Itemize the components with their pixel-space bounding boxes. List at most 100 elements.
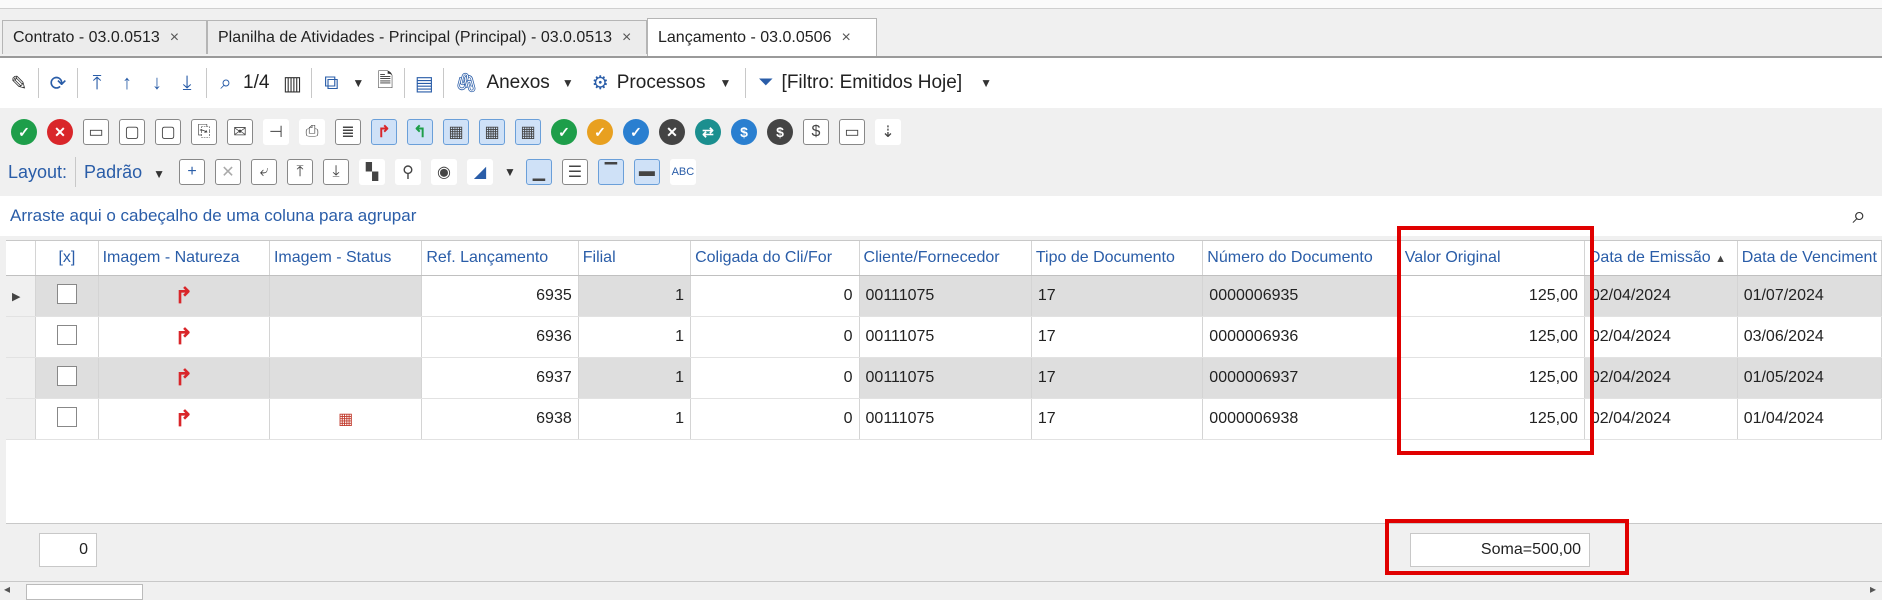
row-select-checkbox[interactable] — [35, 275, 99, 317]
column-header-filial[interactable]: Filial — [578, 241, 692, 276]
checkbox[interactable] — [56, 365, 77, 386]
scrollbar-thumb[interactable] — [26, 584, 143, 600]
card-icon[interactable]: ▭ — [839, 119, 865, 145]
shapes-icon[interactable]: ◉ — [431, 159, 457, 185]
next-record-icon[interactable]: ↓ — [142, 66, 172, 100]
row-select-checkbox[interactable] — [35, 357, 99, 399]
emissao-cell: 02/04/2024 — [1584, 316, 1738, 358]
refresh-icon[interactable]: ⟳ — [43, 66, 73, 100]
row-indicator — [6, 316, 37, 358]
tree-icon[interactable]: ⊣ — [263, 119, 289, 145]
tab-planilha-atividades[interactable]: Planilha de Atividades - Principal (Prin… — [207, 20, 647, 54]
upload-layout-icon[interactable]: ⤒ — [287, 159, 313, 185]
filter-icon: ⏷ — [758, 72, 774, 93]
comment-icon[interactable]: ▢ — [119, 119, 145, 145]
money-blue-icon[interactable]: $ — [731, 119, 757, 145]
search-icon[interactable]: ⌕ — [211, 66, 241, 100]
column-header-coligada[interactable]: Coligada do Cli/For — [690, 241, 860, 276]
save-layout-icon[interactable]: ⤶ — [251, 159, 277, 185]
column-header-natureza[interactable]: Imagem - Natureza — [98, 241, 270, 276]
middle-panel-icon[interactable]: ▬ — [633, 159, 660, 185]
cancel-icon[interactable]: ✕ — [47, 119, 73, 145]
last-record-icon[interactable]: ⤓ — [172, 66, 202, 100]
report-icon[interactable]: ▤ — [409, 66, 439, 100]
exchange-icon[interactable]: ⇄ — [695, 119, 721, 145]
layout-select[interactable]: Padrão ▼ — [84, 162, 165, 183]
download-layout-icon[interactable]: ⤓ — [323, 159, 349, 185]
tab-contrato[interactable]: Contrato - 03.0.0513 × — [2, 20, 207, 54]
chevron-down-icon[interactable]: ▼ — [352, 76, 364, 90]
paint-icon[interactable]: ▚ — [359, 159, 385, 185]
close-icon[interactable]: × — [841, 29, 850, 47]
tab-lancamento[interactable]: Lançamento - 03.0.0506 × — [647, 18, 877, 56]
check-orange-icon[interactable]: ✓ — [587, 119, 613, 145]
download-arrow-icon[interactable]: ⇣ — [875, 119, 901, 145]
table-row[interactable]: ▶ ↱ 6935 1 0 00111075 17 0000006935 125,… — [6, 275, 1882, 317]
message-icon[interactable]: ▢ — [155, 119, 181, 145]
attachments-button[interactable]: 🖇 Anexos ▼ — [454, 71, 573, 95]
table-row[interactable]: ↱ ▦ 6938 1 0 00111075 17 0000006938 125,… — [6, 398, 1882, 440]
status-cell — [269, 316, 423, 358]
column-header-select[interactable]: [x] — [35, 241, 99, 276]
column-header-numero-documento[interactable]: Número do Documento — [1202, 241, 1401, 276]
money-dark-icon[interactable]: $ — [767, 119, 793, 145]
check-blue-icon[interactable]: ✓ — [623, 119, 649, 145]
calendar-red-icon[interactable]: ▦ — [443, 119, 469, 145]
filter-button[interactable]: ⏷ [Filtro: Emitidos Hoje] ▼ — [758, 72, 992, 94]
top-panel-icon[interactable]: ▔ — [597, 159, 624, 185]
table-row[interactable]: ↱ 6937 1 0 00111075 17 0000006937 125,00… — [6, 357, 1882, 399]
scroll-left-icon[interactable]: ◂ — [4, 582, 10, 596]
column-header-status[interactable]: Imagem - Status — [269, 241, 423, 276]
bottom-panel-icon[interactable]: ▁ — [525, 159, 552, 185]
chevron-down-icon: ▼ — [153, 166, 165, 181]
column-header-data-emissao[interactable]: Data de Emissão ▲ — [1584, 241, 1738, 276]
row-indicator-header — [6, 241, 37, 276]
red-arrow-icon[interactable]: ↱ — [371, 119, 397, 145]
spellcheck-icon[interactable]: ABC — [669, 159, 696, 185]
scroll-right-icon[interactable]: ▸ — [1870, 582, 1876, 596]
column-header-data-vencimento[interactable]: Data de Venciment — [1737, 241, 1882, 276]
document-icon[interactable]: 🗎 — [370, 66, 400, 100]
column-header-ref-lancamento[interactable]: Ref. Lançamento — [421, 241, 579, 276]
open-external-icon[interactable]: ⧉ — [316, 66, 346, 100]
close-icon[interactable]: × — [170, 29, 179, 47]
money-document-icon[interactable]: $ — [803, 119, 829, 145]
printer-icon[interactable]: ⎙ — [299, 119, 325, 145]
checkbox[interactable] — [56, 283, 77, 304]
print-preview-icon[interactable]: ▭ — [83, 119, 109, 145]
check-green-icon[interactable]: ✓ — [551, 119, 577, 145]
envelope-icon[interactable]: ✉ — [227, 119, 253, 145]
row-select-checkbox[interactable] — [35, 398, 99, 440]
red-arrow-icon: ↱ — [174, 283, 193, 308]
processes-button[interactable]: ⚙ Processos ▼ — [592, 72, 732, 95]
column-header-cliente-fornecedor[interactable]: Cliente/Fornecedor — [859, 241, 1032, 276]
emissao-cell: 02/04/2024 — [1584, 275, 1738, 317]
first-record-icon[interactable]: ⤒ — [82, 66, 112, 100]
edit-pencil-icon[interactable]: ✎ — [4, 66, 34, 100]
checkbox[interactable] — [56, 406, 77, 427]
table-row[interactable]: ↱ 6936 1 0 00111075 17 0000006936 125,00… — [6, 316, 1882, 358]
split-panel-icon[interactable]: ☰ — [561, 159, 588, 185]
calendar-yellow-icon[interactable]: ▦ — [479, 119, 505, 145]
row-select-checkbox[interactable] — [35, 316, 99, 358]
checkbox[interactable] — [56, 324, 77, 345]
x-dark-icon[interactable]: ✕ — [659, 119, 685, 145]
horizontal-scrollbar[interactable]: ◂ ▸ — [0, 581, 1882, 600]
delete-layout-icon[interactable]: ✕ — [215, 159, 241, 185]
approve-icon[interactable]: ✓ — [11, 119, 37, 145]
report-list-icon[interactable]: ≣ — [335, 119, 361, 145]
gear-icon: ⚙ — [591, 72, 609, 94]
calendar-blue-icon[interactable]: ▦ — [515, 119, 541, 145]
copy-icon[interactable]: ⎘ — [191, 119, 217, 145]
close-icon[interactable]: × — [622, 29, 631, 47]
chevron-down-icon[interactable]: ▼ — [504, 165, 516, 179]
green-arrow-icon[interactable]: ↰ — [407, 119, 433, 145]
search-icon[interactable]: ⌕ — [1853, 202, 1866, 230]
chart-icon[interactable]: ◢ — [467, 159, 493, 185]
group-by-bar[interactable]: Arraste aqui o cabeçalho de uma coluna p… — [0, 196, 1882, 236]
add-layout-icon[interactable]: + — [179, 159, 205, 185]
previous-record-icon[interactable]: ↑ — [112, 66, 142, 100]
pin-icon[interactable]: ⚲ — [395, 159, 421, 185]
columns-icon[interactable]: ▥ — [277, 66, 307, 100]
column-header-tipo-documento[interactable]: Tipo de Documento — [1031, 241, 1204, 276]
